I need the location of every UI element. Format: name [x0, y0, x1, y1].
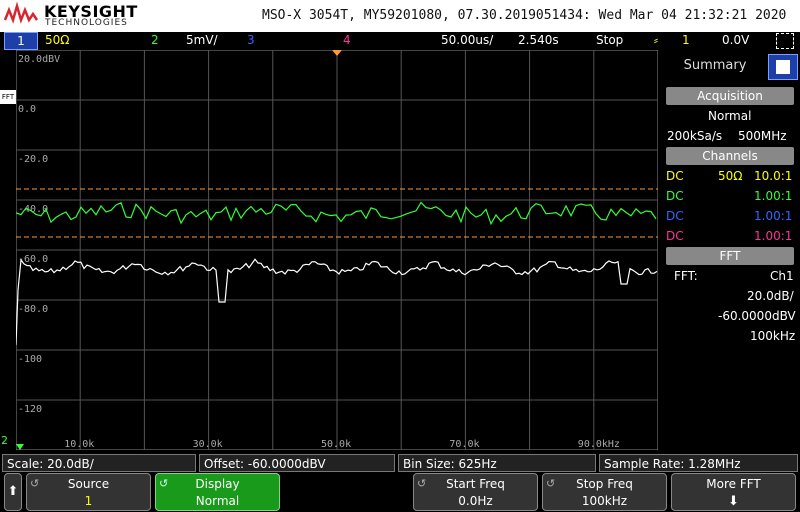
ch4-badge[interactable]: 4 [343, 33, 351, 47]
source-label: Source [67, 477, 110, 491]
channel-row-1: DC 50Ω 10.0:1 [662, 169, 800, 187]
trigger-channel[interactable]: 1 [682, 33, 690, 47]
stop-freq-value: 100kHz [581, 494, 628, 508]
channel-probe: 1.00:1 [754, 189, 793, 203]
channel-row-4: DC 1.00:1 [662, 229, 800, 247]
fft-marker: FFT [0, 90, 16, 104]
keysight-logo: KEYSIGHT TECHNOLOGIES [3, 1, 137, 30]
fft-span: 100kHz [750, 329, 796, 343]
acq-mode: Normal [708, 109, 752, 123]
more-fft-softkey[interactable]: More FFT ⬇ [671, 473, 796, 511]
fft-header: FFT [666, 247, 794, 265]
x-tick-label: 10.0k [64, 439, 94, 450]
y-tick-label: -100 [18, 354, 42, 365]
channels-header: Channels [666, 147, 794, 165]
softkey-bar: ⬆ ↺ Source 1 ↺ Display Normal ↺ Start Fr… [0, 472, 800, 512]
fft-source: Ch1 [770, 269, 794, 283]
run-state[interactable]: Stop [596, 33, 623, 47]
channel-probe: 1.00:1 [754, 209, 793, 223]
back-button[interactable]: ⬆ [4, 473, 22, 511]
brand-sub: TECHNOLOGIES [45, 18, 128, 28]
title-bar: KEYSIGHT TECHNOLOGIES MSO-X 3054T, MY592… [0, 0, 800, 32]
source-softkey[interactable]: ↺ Source 1 [26, 473, 151, 511]
stop-freq-softkey[interactable]: ↺ Stop Freq 100kHz [542, 473, 667, 511]
ch1-value[interactable]: 50Ω [45, 33, 69, 47]
y-tick-label: 20.0dBV [18, 54, 60, 65]
more-fft-label: More FFT [706, 477, 761, 491]
y-tick-label: -20.0 [18, 154, 48, 165]
fft-scale: 20.0dB/ [747, 289, 794, 303]
x-tick-label: 70.0k [449, 439, 479, 450]
start-freq-softkey[interactable]: ↺ Start Freq 0.0Hz [413, 473, 538, 511]
y-tick-label: -120 [18, 404, 42, 415]
status-bar: 1 50Ω 2 5mV/ 3 4 50.00us/ 2.540s Stop ⸗ … [0, 32, 800, 50]
screen-capture-icon[interactable] [776, 33, 794, 49]
source-value: 1 [84, 494, 93, 508]
bandwidth: 500MHz [738, 129, 787, 143]
timebase[interactable]: 50.00us/ [441, 33, 493, 47]
x-tick-label: 90.0kHz [578, 439, 620, 450]
ch2-badge[interactable]: 2 [151, 33, 159, 47]
ch2-ground-marker: 2 [1, 434, 8, 447]
tab-summary[interactable]: Summary [666, 52, 764, 80]
channel-coupling: DC [666, 169, 684, 183]
up-arrow-icon: ⬆ [7, 484, 19, 499]
sample-rate: 200kSa/s [667, 129, 723, 143]
trigger-edge-icon: ⸗ [654, 33, 658, 47]
display-label: Display [195, 477, 240, 491]
ch1-badge[interactable]: 1 [4, 32, 38, 50]
instrument-info: MSO-X 3054T, MY59201080, 07.30.201905143… [262, 8, 787, 23]
offset-info: Offset: -60.0000dBV [199, 454, 395, 472]
y-tick-label: -60.0 [18, 254, 48, 265]
ch3-badge[interactable]: 3 [247, 33, 255, 47]
sample-rate-info: Sample Rate: 1.28MHz [599, 454, 798, 472]
channel-coupling: DC [666, 209, 684, 223]
start-freq-value: 0.0Hz [458, 494, 493, 508]
fft-offset: -60.0000dBV [718, 309, 796, 323]
display-value: Normal [195, 494, 240, 508]
bin-size-info: Bin Size: 625Hz [398, 454, 596, 472]
scale-info: Scale: 20.0dB/ [2, 454, 196, 472]
channel-probe: 1.00:1 [754, 229, 793, 243]
trigger-level[interactable]: 0.0V [722, 33, 749, 47]
keysight-wave-icon [3, 1, 39, 24]
stop-freq-label: Stop Freq [576, 477, 633, 491]
channel-row-3: DC 1.00:1 [662, 209, 800, 227]
start-freq-label: Start Freq [446, 477, 505, 491]
down-arrow-icon: ⬇ [728, 494, 739, 509]
y-tick-label: 0.0 [18, 104, 36, 115]
channel-probe: 10.0:1 [754, 169, 793, 183]
channel-coupling: DC [666, 189, 684, 203]
channel-row-2: DC 1.00:1 [662, 189, 800, 207]
channel-impedance: 50Ω [718, 169, 743, 183]
fft-label: FFT: [674, 269, 698, 283]
display-softkey[interactable]: ↺ Display Normal [155, 473, 280, 511]
summary-panel: Summary Acquisition Normal 200kSa/s 500M… [662, 50, 800, 450]
y-tick-label: -80.0 [18, 304, 48, 315]
x-tick-label: 50.0k [321, 439, 351, 450]
channel-coupling: DC [666, 229, 684, 243]
info-bar: Scale: 20.0dB/ Offset: -60.0000dBV Bin S… [0, 452, 800, 472]
waveform-display[interactable]: 20.0dBV0.0-20.0-40.0-60.0-80.0-100-120 1… [16, 50, 658, 450]
menu-icon[interactable] [768, 54, 798, 80]
x-tick-label: 30.0k [193, 439, 223, 450]
acquisition-header: Acquisition [666, 87, 794, 105]
ch2-value[interactable]: 5mV/ [186, 33, 218, 47]
delay[interactable]: 2.540s [518, 33, 559, 47]
